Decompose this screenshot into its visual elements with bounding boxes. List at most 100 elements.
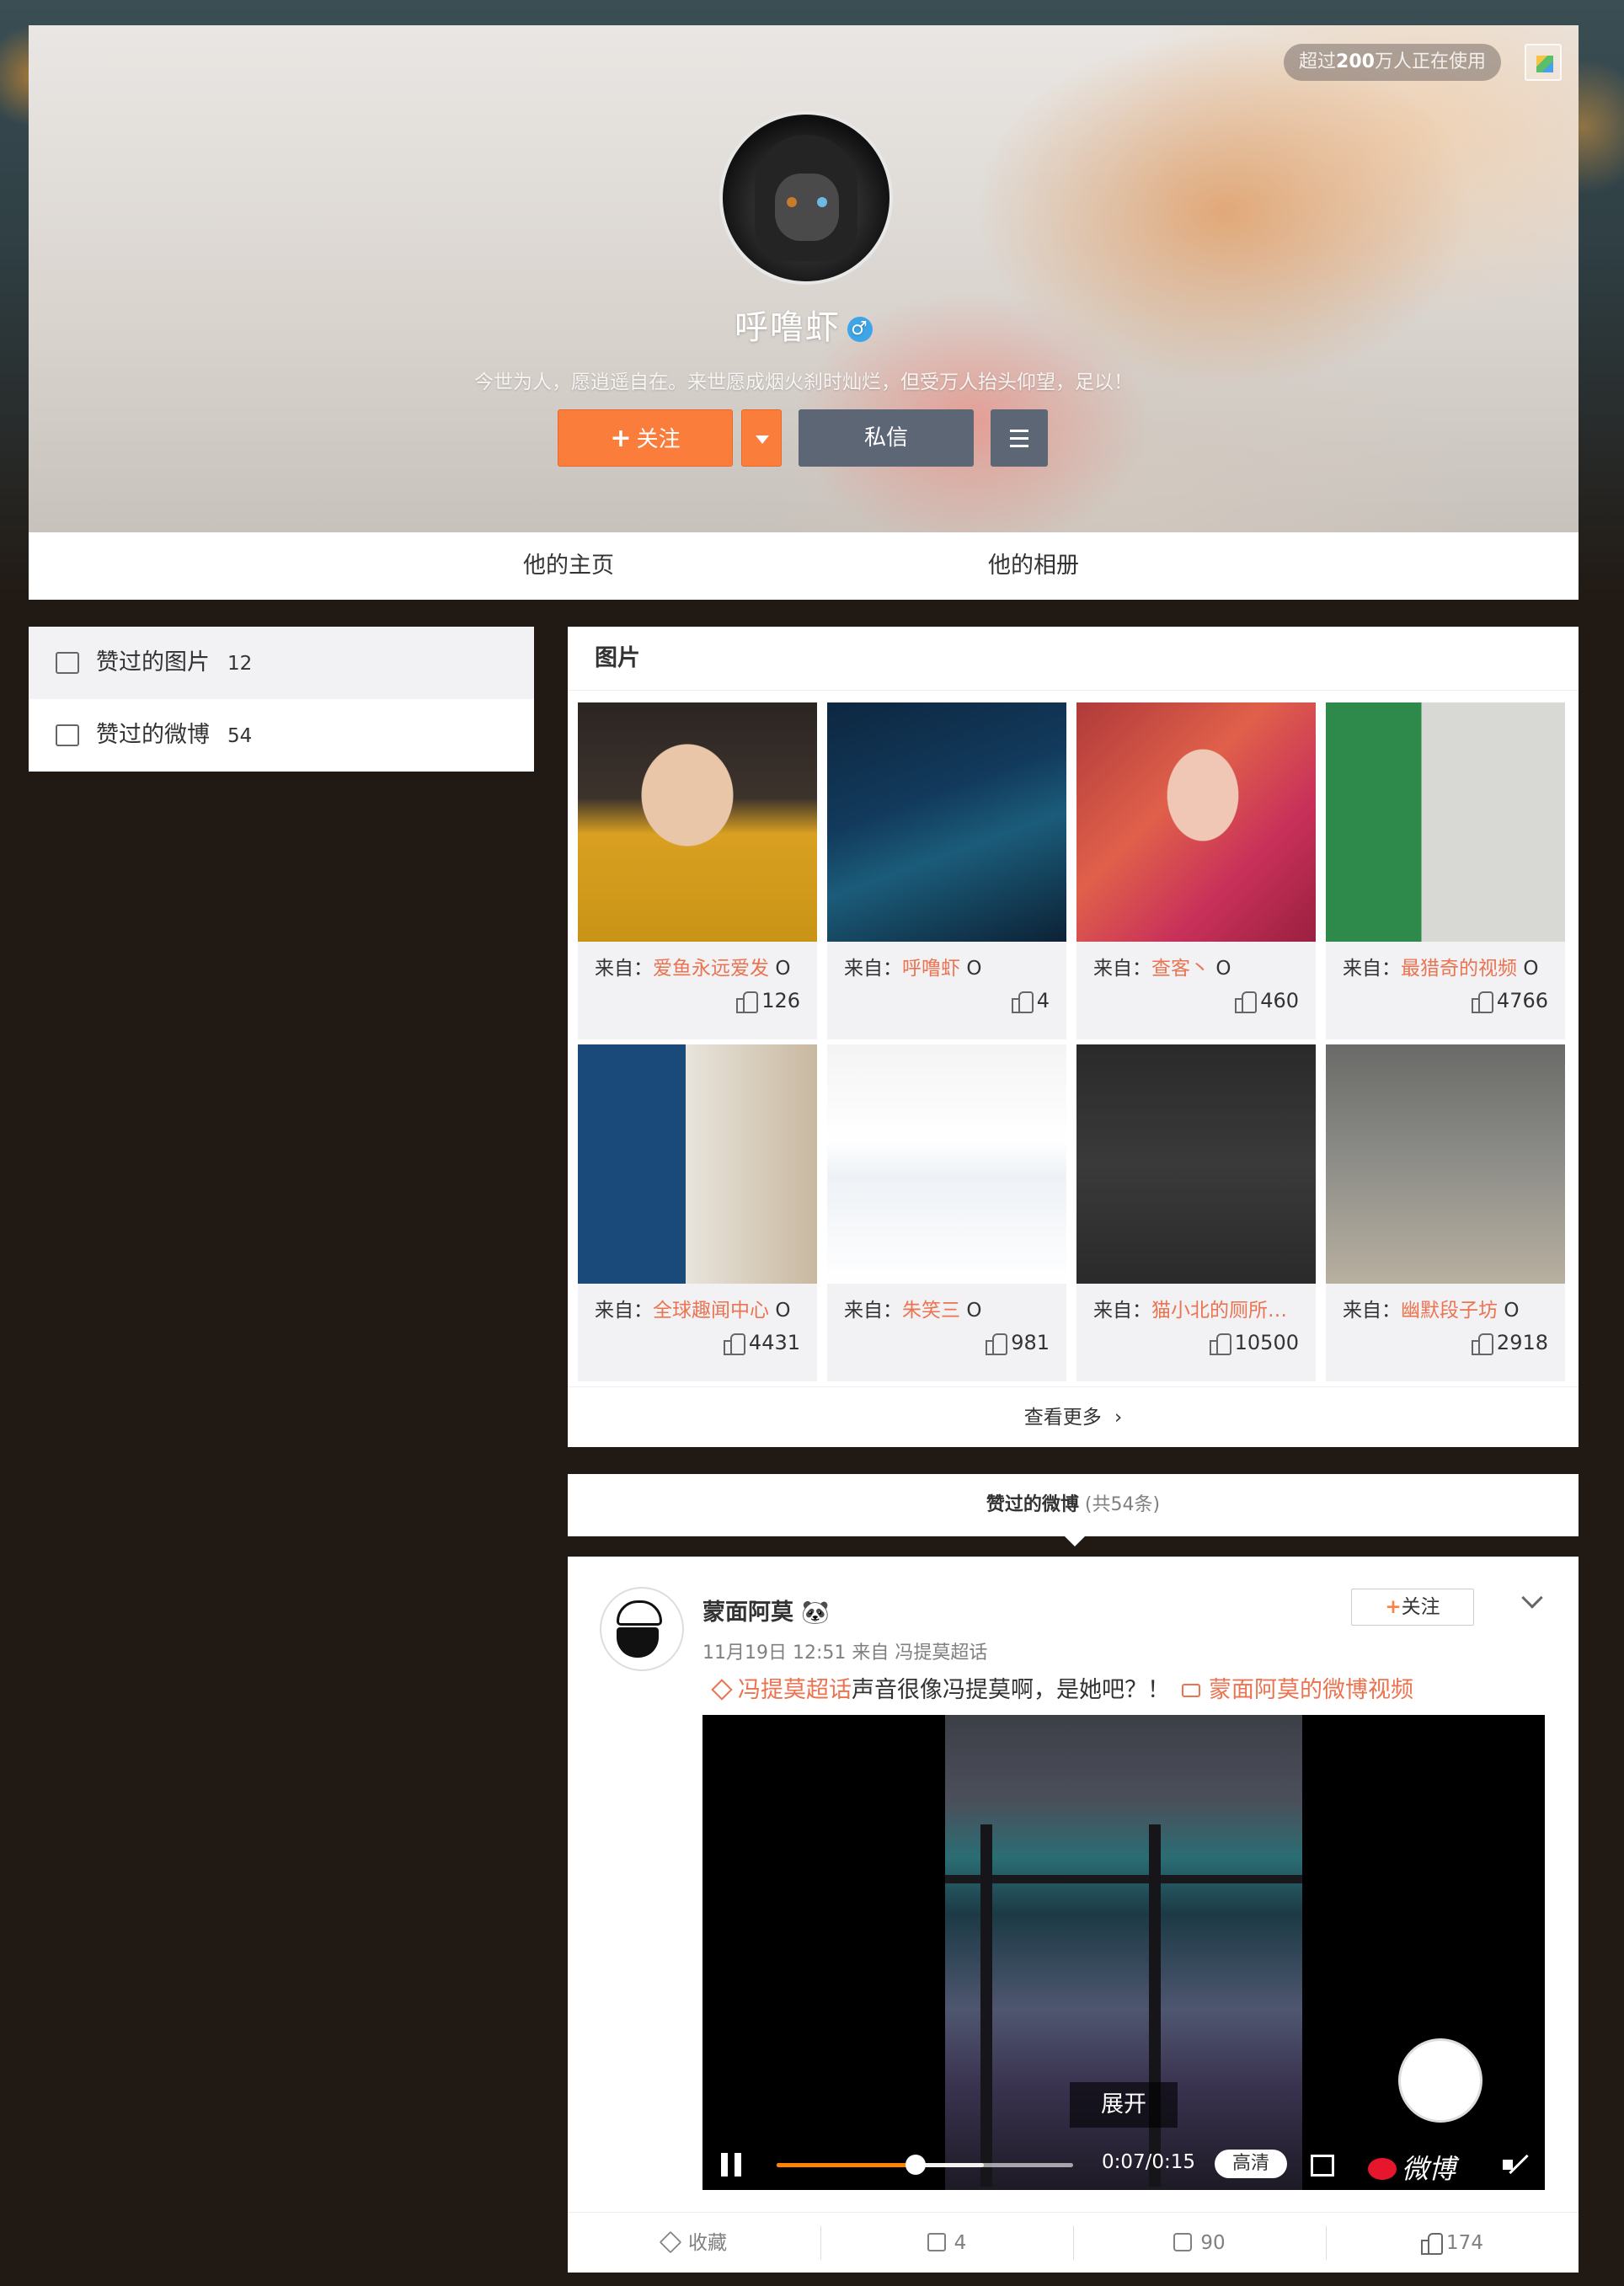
users-suffix: 万人正在使用: [1374, 51, 1486, 72]
users-prefix: 超过: [1299, 51, 1337, 72]
picture-source: 来自：幽默段子坊 O: [1343, 1300, 1520, 1322]
profile-username: 呼噜虾: [735, 308, 841, 347]
source-link[interactable]: 全球趣闻中心: [653, 1300, 769, 1322]
thumbs-up-icon: [1235, 990, 1258, 1013]
picture-tile[interactable]: 来自：幽默段子坊 O 2918: [1326, 1044, 1565, 1381]
sidebar-item-liked-weibo[interactable]: 赞过的微博 54: [29, 699, 534, 772]
pictures-title: 图片: [568, 627, 1579, 691]
source-link[interactable]: 猫小北的厕所…: [1151, 1300, 1287, 1322]
expand-button[interactable]: 展开: [1070, 2082, 1178, 2128]
comment-icon: [1173, 2233, 1193, 2251]
source-link[interactable]: 幽默段子坊: [1401, 1300, 1498, 1322]
thumbs-up-icon: [1471, 1332, 1493, 1355]
like-count[interactable]: 126: [736, 989, 800, 1013]
super-topic-link[interactable]: 冯提莫超话: [738, 1677, 852, 1703]
picture-thumbnail[interactable]: [1326, 1044, 1565, 1284]
sidebar-item-liked-pictures[interactable]: 赞过的图片 12: [29, 627, 534, 699]
picture-thumbnail[interactable]: [827, 1044, 1066, 1284]
picture-source: 来自：呼噜虾 O: [844, 958, 982, 980]
thumbs-up-icon: [1209, 1332, 1231, 1355]
source-link[interactable]: 最猎奇的视频: [1401, 958, 1517, 980]
profile-avatar[interactable]: [719, 111, 893, 285]
profile-username-line: 呼噜虾 ♂: [29, 300, 1579, 349]
picture-tile[interactable]: 来自：爱鱼永远爱发 O 126: [578, 702, 817, 1039]
liked-weibo-header: 赞过的微博 (共54条): [568, 1474, 1579, 1546]
source-link[interactable]: 呼噜虾: [902, 958, 960, 980]
sidebar: 赞过的图片 12 赞过的微博 54: [29, 627, 534, 772]
picture-source: 来自：朱笑三 O: [844, 1300, 982, 1322]
profile-tabs: 他的主页 他的相册: [29, 532, 1579, 600]
chevron-right-icon: ›: [1114, 1407, 1123, 1429]
post-text: 冯提莫超话声音很像冯提莫啊，是她吧？！ 蒙面阿莫的微博视频: [711, 1671, 1413, 1704]
users-count-badge: 超过200万人正在使用: [1284, 44, 1501, 81]
picture-thumbnail[interactable]: [1076, 702, 1316, 942]
message-button[interactable]: 私信: [799, 409, 974, 467]
liked-weibo-count: (共54条): [1084, 1494, 1161, 1515]
picture-tile[interactable]: 来自：查客丶 O 460: [1076, 702, 1316, 1039]
video-player[interactable]: 展开 0:07/0:15 高清 微博: [702, 1715, 1545, 2190]
follow-dropdown-button[interactable]: [741, 409, 782, 467]
pause-icon[interactable]: [721, 2153, 743, 2177]
thumbs-up-icon: [1471, 990, 1493, 1013]
picture-tile[interactable]: 来自：全球趣闻中心 O 4431: [578, 1044, 817, 1381]
quality-button[interactable]: 高清: [1215, 2150, 1287, 2178]
liked-pictures-card: 图片 来自：爱鱼永远爱发 O 126 来自：呼噜虾 O 4 来自：查客丶 O 4…: [568, 627, 1579, 1447]
progress-bar[interactable]: [777, 2155, 1073, 2175]
panda-emoji-icon: 🐼: [801, 1600, 831, 1626]
mute-icon[interactable]: [1503, 2153, 1529, 2177]
chevron-down-icon[interactable]: [1521, 1587, 1543, 1609]
picture-source: 来自：最猎奇的视频 O: [1343, 958, 1539, 980]
post-author-avatar[interactable]: [600, 1587, 684, 1671]
liked-weibo-title: 赞过的微博: [986, 1494, 1079, 1515]
profile-cover: 超过200万人正在使用 呼噜虾 ♂ 今世为人，愿逍遥自在。来世愿成烟火刹时灿烂，但…: [29, 25, 1579, 532]
picture-thumbnail[interactable]: [578, 702, 817, 942]
comment-button[interactable]: 90: [1073, 2213, 1326, 2273]
image-icon: [56, 652, 79, 674]
more-menu-button[interactable]: [991, 409, 1048, 467]
share-button[interactable]: 4: [820, 2213, 1073, 2273]
tab-home[interactable]: 他的主页: [523, 532, 614, 600]
users-count: 200: [1336, 51, 1375, 72]
post-author-name[interactable]: 蒙面阿莫: [702, 1600, 793, 1626]
thumbs-up-icon: [736, 990, 759, 1013]
video-controls: 0:07/0:15 高清 微博: [702, 2139, 1545, 2190]
picture-tile[interactable]: 来自：朱笑三 O 981: [827, 1044, 1066, 1381]
follow-button[interactable]: + 关注: [558, 409, 733, 467]
picture-tile[interactable]: 来自：猫小北的厕所… 10500: [1076, 1044, 1316, 1381]
like-count[interactable]: 2918: [1471, 1331, 1548, 1355]
like-count[interactable]: 4: [1011, 989, 1050, 1013]
super-topic-icon: [711, 1679, 733, 1701]
thumbs-up-icon: [1421, 2231, 1444, 2255]
picture-thumbnail[interactable]: [827, 702, 1066, 942]
video-icon: [1182, 1684, 1200, 1697]
plus-icon: +: [1385, 1596, 1402, 1618]
picture-tile[interactable]: 来自：最猎奇的视频 O 4766: [1326, 702, 1565, 1039]
fullscreen-icon[interactable]: [1311, 2155, 1334, 2177]
view-more-link[interactable]: 查看更多 ›: [568, 1386, 1579, 1447]
picture-source: 来自：查客丶 O: [1093, 958, 1231, 980]
weibo-eye-icon: [1368, 2158, 1397, 2180]
picture-tile[interactable]: 来自：呼噜虾 O 4: [827, 702, 1066, 1039]
source-link[interactable]: 朱笑三: [902, 1300, 960, 1322]
profile-bio: 今世为人，愿逍遥自在。来世愿成烟火刹时灿烂，但受万人抬头仰望，足以！: [474, 371, 1133, 393]
like-count[interactable]: 4766: [1471, 989, 1548, 1013]
video-link[interactable]: 蒙面阿莫的微博视频: [1182, 1677, 1413, 1703]
like-count[interactable]: 10500: [1209, 1331, 1299, 1355]
source-link[interactable]: 查客丶: [1151, 958, 1210, 980]
picture-thumbnail[interactable]: [1076, 1044, 1316, 1284]
picture-thumbnail[interactable]: [1326, 702, 1565, 942]
tab-album[interactable]: 他的相册: [988, 532, 1079, 600]
sidebar-item-count: 54: [227, 725, 253, 747]
like-count[interactable]: 981: [986, 1331, 1050, 1355]
menu-icon: [1010, 430, 1028, 432]
source-link[interactable]: 爱鱼永远爱发: [653, 958, 769, 980]
post-follow-button[interactable]: +关注: [1351, 1589, 1474, 1626]
favorite-button[interactable]: 收藏: [568, 2213, 820, 2273]
skin-palette-icon[interactable]: [1525, 44, 1562, 81]
like-count[interactable]: 4431: [723, 1331, 800, 1355]
picture-thumbnail[interactable]: [578, 1044, 817, 1284]
sidebar-item-count: 12: [227, 653, 253, 675]
like-count[interactable]: 460: [1235, 989, 1299, 1013]
progress-handle[interactable]: [905, 2155, 927, 2175]
like-button[interactable]: 174: [1326, 2213, 1579, 2273]
